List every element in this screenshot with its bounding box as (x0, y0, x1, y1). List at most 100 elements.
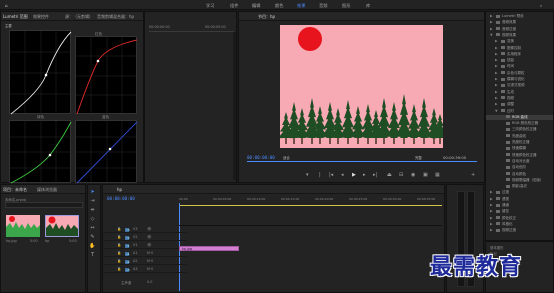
track-select-icon[interactable]: ⇥ (89, 198, 96, 205)
track-target-button[interactable]: V1 (125, 243, 130, 248)
mark-out-icon[interactable]: | (319, 172, 321, 178)
effects-tree-item[interactable]: ▶ Lumetri 预设 (486, 14, 553, 19)
lock-icon[interactable]: 🔒 (117, 259, 121, 263)
workspace-tab-edit[interactable]: 编辑 (252, 3, 260, 9)
track-target-button[interactable]: A3 (125, 267, 130, 272)
effects-tree-item[interactable]: ▶ 模糊与锐化 (486, 77, 553, 82)
effects-tree-item[interactable]: ▶ 沉浸式视频 (486, 83, 553, 88)
lock-icon[interactable]: 🔒 (117, 235, 121, 239)
master-curve[interactable] (9, 30, 72, 115)
lock-icon[interactable]: 🔒 (117, 267, 121, 271)
effects-tree-item[interactable]: ▶ 变换 (486, 39, 553, 44)
timeline-timecode[interactable]: 00:00:00:00 (107, 196, 135, 201)
play-icon[interactable]: ▶ (352, 172, 356, 178)
workspace-tab-audio[interactable]: 音频 (319, 3, 327, 9)
tab-program[interactable]: 节目：hp (258, 14, 275, 20)
effects-tree-item[interactable]: ▶ 调整 (486, 102, 553, 107)
track-target-button[interactable]: V3 (125, 227, 130, 232)
track-target-button[interactable]: A2 (125, 259, 130, 264)
workspace-tab-libraries[interactable]: 库 (366, 3, 370, 9)
effects-tree-item[interactable]: ▶ 音频效果 (486, 20, 553, 25)
thumb-hp-jpg[interactable] (6, 215, 40, 237)
timeline-ruler[interactable]: 00:00 00:00:05:00 00:00:10:00 00:00:15:00 00… (179, 197, 442, 205)
effects-tree-item[interactable]: 自动颜色 (486, 172, 553, 177)
tab-source[interactable]: 源：（无剪辑） (65, 14, 93, 20)
effects-tree-item[interactable]: ▶ 扭曲 (486, 58, 553, 63)
type-icon[interactable]: T (89, 252, 96, 259)
comparison-icon[interactable]: ▦ (435, 172, 440, 178)
add-button-icon[interactable]: + (471, 172, 475, 178)
go-to-out-icon[interactable]: ▸| (373, 172, 377, 178)
effects-tree-item[interactable]: ▶ 过渡 (486, 190, 553, 195)
timeline-clip-hp-jpg[interactable]: hp.jpg (179, 246, 239, 251)
step-forward-icon[interactable]: ▸ (363, 172, 366, 178)
tab-sequence-hp[interactable]: hp (117, 187, 122, 192)
program-timecode[interactable]: 00:00:00:00 (247, 155, 275, 160)
red-curve[interactable] (75, 36, 138, 115)
effects-tree-item[interactable]: 快速颜色校正器 (486, 153, 553, 158)
effects-tree-item[interactable]: RGB 曲线 (486, 114, 553, 120)
ripple-edit-icon[interactable]: ⇹ (89, 207, 96, 214)
effects-tree-item[interactable]: 亮度校正器 (486, 140, 553, 145)
lock-icon[interactable]: 🔒 (117, 243, 121, 247)
blue-curve[interactable] (75, 120, 138, 184)
effects-tree-item[interactable]: ▶ 透视 (486, 197, 553, 202)
project-search-input[interactable] (5, 202, 83, 208)
effects-tree-item[interactable]: ▶ 键控 (486, 209, 553, 214)
thumb-hp-sequence[interactable] (45, 215, 79, 237)
program-scrubber[interactable] (247, 161, 477, 162)
effects-tree-item[interactable]: ▶ 视频 (486, 96, 553, 101)
effects-tree-item[interactable]: ▶ 颜色校正 (486, 216, 553, 221)
mute-solo-buttons[interactable]: M S (147, 259, 153, 263)
step-back-icon[interactable]: ◂ (341, 172, 344, 178)
effects-tree-item[interactable]: ▶ 通道 (486, 203, 553, 208)
mute-solo-buttons[interactable]: M S (147, 251, 153, 255)
razor-icon[interactable]: ◇ (89, 216, 96, 223)
effects-tree-item[interactable]: 亮度曲线 (486, 134, 553, 139)
selection-tool-icon[interactable]: ➤ (89, 189, 96, 196)
effects-tree-item[interactable]: ▶ 杂色与颗粒 (486, 71, 553, 76)
export-frame-icon[interactable]: ◉ (411, 172, 415, 178)
go-to-in-icon[interactable]: |◂ (329, 172, 333, 178)
tab-lumetri-scopes[interactable]: Lumetri 范围 (3, 14, 28, 20)
tab-audio-mixer[interactable]: 音频剪辑混合器：hp (97, 14, 134, 20)
effects-tree-item[interactable]: 阴影/高光 (486, 184, 553, 189)
effects-tree-item[interactable]: ▶ 实用程序 (486, 52, 553, 57)
effects-tree-item[interactable]: ▼ 过时 (486, 109, 553, 114)
lock-icon[interactable]: 🔒 (117, 227, 121, 231)
lock-icon[interactable]: 🔒 (117, 251, 121, 255)
effects-tree-item[interactable]: ▶ 图像控制 (486, 46, 553, 51)
slip-icon[interactable]: ↔ (89, 225, 96, 232)
hand-icon[interactable]: ✋ (89, 243, 96, 250)
eye-icon[interactable]: 👁 (147, 227, 151, 231)
effects-tree-item[interactable]: ▶ 视频过渡 (486, 228, 553, 233)
workspace-tab-effects[interactable]: 效果 (297, 3, 305, 9)
lift-icon[interactable]: ⏏ (387, 172, 392, 178)
search-icon[interactable]: ⌕ (540, 3, 542, 8)
zoom-select[interactable]: 适合 (283, 155, 290, 160)
eye-icon[interactable]: 👁 (147, 243, 151, 247)
effects-tree-item[interactable]: 自动对比度 (486, 159, 553, 164)
effects-tree-item[interactable]: ▶ 音频过渡 (486, 27, 553, 32)
mark-in-icon[interactable]: ▾ (306, 172, 309, 178)
extract-icon[interactable]: ⊟ (399, 172, 403, 178)
tab-effect-controls[interactable]: 效果控件 (33, 14, 49, 20)
tab-media-browser[interactable]: 媒体浏览器 (37, 187, 57, 193)
workspace-tab-assembly[interactable]: 组件 (230, 3, 238, 9)
effects-tree-item[interactable]: 自动色阶 (486, 165, 553, 170)
effects-tree-item[interactable]: ▶ 风格化 (486, 222, 553, 227)
workspace-tab-graphics[interactable]: 图形 (342, 3, 350, 9)
home-icon[interactable]: ⌂ (5, 3, 8, 8)
workspace-tab-color[interactable]: 颜色 (275, 3, 283, 9)
ec-scrollbar[interactable] (233, 32, 236, 180)
pen-icon[interactable]: ✎ (89, 234, 96, 241)
quality-select[interactable]: 完整 (415, 155, 422, 160)
effects-tree-item[interactable]: ▶ 时间 (486, 64, 553, 69)
effects-tree-item[interactable]: 视频限幅器（旧版） (486, 178, 553, 183)
work-area-bar[interactable] (179, 205, 442, 206)
effects-tree-item[interactable]: 三向颜色校正器 (486, 127, 553, 132)
green-curve[interactable] (9, 120, 72, 184)
eye-icon[interactable]: 👁 (147, 235, 151, 239)
track-target-button[interactable]: V2 (125, 235, 130, 240)
effects-tree-item[interactable]: 快速模糊 (486, 146, 553, 151)
